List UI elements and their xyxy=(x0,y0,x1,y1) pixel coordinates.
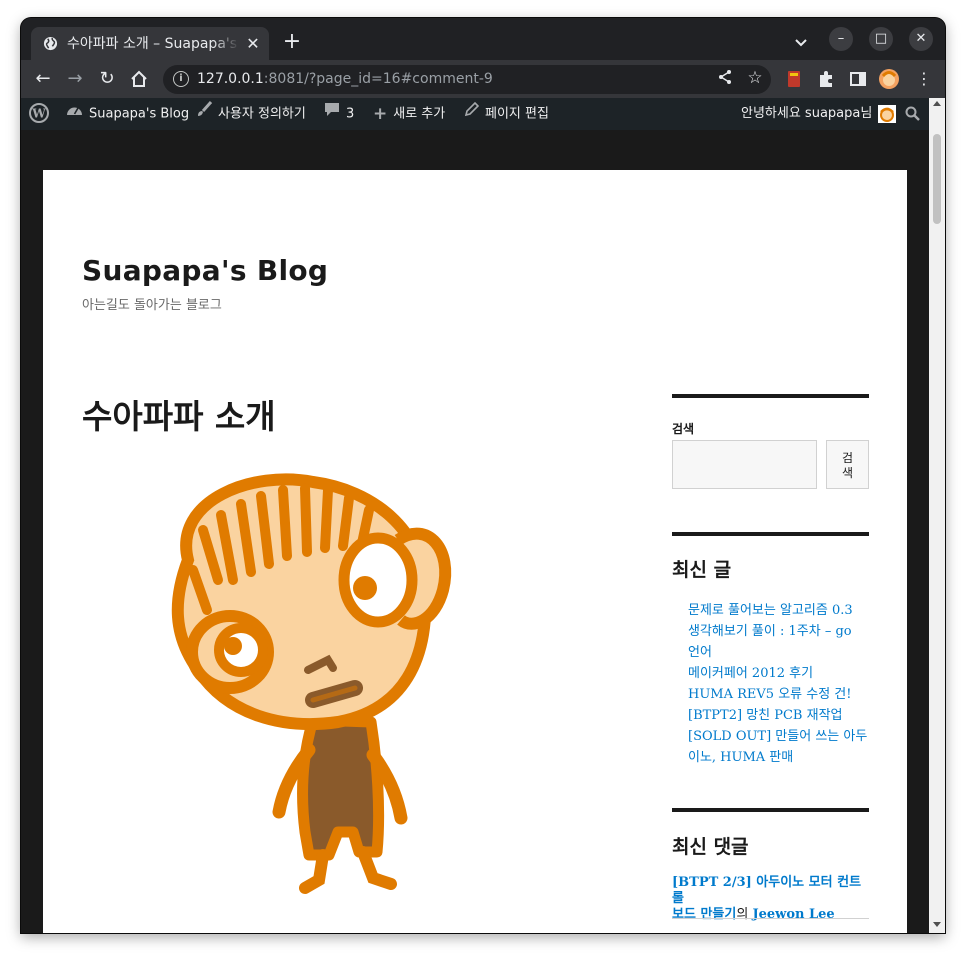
back-icon[interactable]: ← xyxy=(30,66,56,92)
site-description: 아는길도 돌아가는 블로그 xyxy=(82,298,222,313)
recent-post-link[interactable]: 생각해보기 풀이 : 1주차 – go xyxy=(688,621,872,642)
comment-post-link-cont[interactable]: 보드 만들기 xyxy=(672,907,736,922)
comment-author-link[interactable]: Jeewon Lee xyxy=(752,907,834,922)
adminbar-customize[interactable]: 사용자 정의하기 xyxy=(196,98,306,130)
tab-strip: 수아파파 소개 – Suapapa's Blog ✕ + – □ ✕ xyxy=(21,18,945,60)
home-icon[interactable] xyxy=(126,66,152,92)
browser-toolbar: ← → ↻ i 127.0.0.1:8081/?page_id=16#comme… xyxy=(21,60,945,98)
recent-post-link[interactable]: 이노, HUMA 판매 xyxy=(688,747,872,768)
site-info-icon[interactable]: i xyxy=(173,71,189,87)
user-avatar-icon xyxy=(878,104,897,123)
adminbar-new-content[interactable]: + 새로 추가 xyxy=(373,98,445,130)
search-input[interactable] xyxy=(672,440,817,489)
forward-icon[interactable]: → xyxy=(62,66,88,92)
recent-comments-title: 최신 댓글 xyxy=(672,836,749,858)
recent-post-link[interactable]: 문제로 풀어보는 알고리즘 0.3 xyxy=(688,600,872,621)
plus-icon: + xyxy=(373,104,388,124)
search-label: 검색 xyxy=(672,422,695,436)
adminbar-edit-page[interactable]: 페이지 편집 xyxy=(464,98,549,130)
comment-divider xyxy=(672,918,869,919)
scroll-down-arrow-icon[interactable] xyxy=(933,922,941,927)
tab-close-icon[interactable]: ✕ xyxy=(243,34,263,54)
adminbar-comments[interactable]: 3 xyxy=(324,98,354,130)
search-button[interactable]: 검색 xyxy=(826,440,869,489)
address-bar[interactable]: i 127.0.0.1:8081/?page_id=16#comment-9 ☆ xyxy=(163,65,771,94)
book-extension-icon[interactable] xyxy=(784,69,804,89)
adminbar-my-account[interactable]: 안녕하세요 suapapa님 xyxy=(741,98,897,130)
globe-icon xyxy=(43,36,58,51)
browser-menu-icon[interactable]: ⋮ xyxy=(911,66,937,92)
recent-post-link[interactable]: 언어 xyxy=(688,642,872,663)
profile-avatar-icon[interactable] xyxy=(878,68,900,90)
reload-icon[interactable]: ↻ xyxy=(94,66,120,92)
minimize-button[interactable]: – xyxy=(829,27,853,51)
dashboard-icon xyxy=(66,98,83,130)
share-icon[interactable] xyxy=(715,69,735,89)
close-window-button[interactable]: ✕ xyxy=(909,27,933,51)
browser-tab[interactable]: 수아파파 소개 – Suapapa's Blog ✕ xyxy=(31,27,269,60)
extensions-puzzle-icon[interactable] xyxy=(816,69,836,89)
tab-title: 수아파파 소개 – Suapapa's Blog xyxy=(67,36,239,52)
recent-post-link[interactable]: 메이커페어 2012 후기 xyxy=(688,663,872,684)
browser-window: 수아파파 소개 – Suapapa's Blog ✕ + – □ ✕ ← → ↻… xyxy=(21,18,945,933)
site-title[interactable]: Suapapa's Blog xyxy=(82,254,328,287)
adminbar-search-icon[interactable] xyxy=(905,98,920,130)
search-widget-divider xyxy=(672,394,869,398)
url-text[interactable]: 127.0.0.1:8081/?page_id=16#comment-9 xyxy=(197,69,493,89)
recent-post-link[interactable]: [BTPT2] 망친 PCB 재작업 xyxy=(688,705,872,726)
pencil-icon xyxy=(464,98,480,130)
paintbrush-icon xyxy=(196,98,213,130)
new-tab-button[interactable]: + xyxy=(280,31,304,55)
side-panel-icon[interactable] xyxy=(848,69,868,89)
recent-posts-divider xyxy=(672,532,869,536)
maximize-button[interactable]: □ xyxy=(869,27,893,51)
suapapa-portrait-image xyxy=(171,473,452,894)
bookmark-star-icon[interactable]: ☆ xyxy=(745,68,765,88)
comment-post-link[interactable]: [BTPT 2/3] 아두이노 모터 컨트롤 xyxy=(672,875,861,906)
wp-admin-bar: W Suapapa's Blog 사용자 정의하기 3 + 새로 추가 페이지 편… xyxy=(21,98,945,130)
comment-bubble-icon xyxy=(324,98,340,130)
wordpress-logo-icon[interactable]: W xyxy=(29,98,49,130)
page-viewport: Suapapa's Blog 아는길도 돌아가는 블로그 수아파파 소개 검색 … xyxy=(21,130,929,933)
recent-comments-divider xyxy=(672,808,869,812)
recent-post-link[interactable]: [SOLD OUT] 만들어 쓰는 아두 xyxy=(688,726,872,747)
recent-post-link[interactable]: HUMA REV5 오류 수정 건! xyxy=(688,684,872,705)
adminbar-site-name[interactable]: Suapapa's Blog xyxy=(66,98,189,130)
tab-search-chevron-icon[interactable] xyxy=(791,33,811,53)
recent-comment-item: [BTPT 2/3] 아두이노 모터 컨트롤 보드 만들기의 Jeewon Lee xyxy=(672,875,872,923)
page-title: 수아파파 소개 xyxy=(82,397,276,436)
page-scrollbar[interactable] xyxy=(929,98,945,933)
comment-connector: 의 xyxy=(736,907,749,922)
site-content: Suapapa's Blog 아는길도 돌아가는 블로그 수아파파 소개 검색 … xyxy=(43,170,907,933)
scrollbar-thumb[interactable] xyxy=(933,134,941,224)
recent-posts-list: 문제로 풀어보는 알고리즘 0.3 생각해보기 풀이 : 1주차 – go 언어… xyxy=(688,600,872,768)
svg-text:W: W xyxy=(31,106,46,120)
recent-posts-title: 최신 글 xyxy=(672,559,732,581)
scroll-up-arrow-icon[interactable] xyxy=(933,101,941,106)
